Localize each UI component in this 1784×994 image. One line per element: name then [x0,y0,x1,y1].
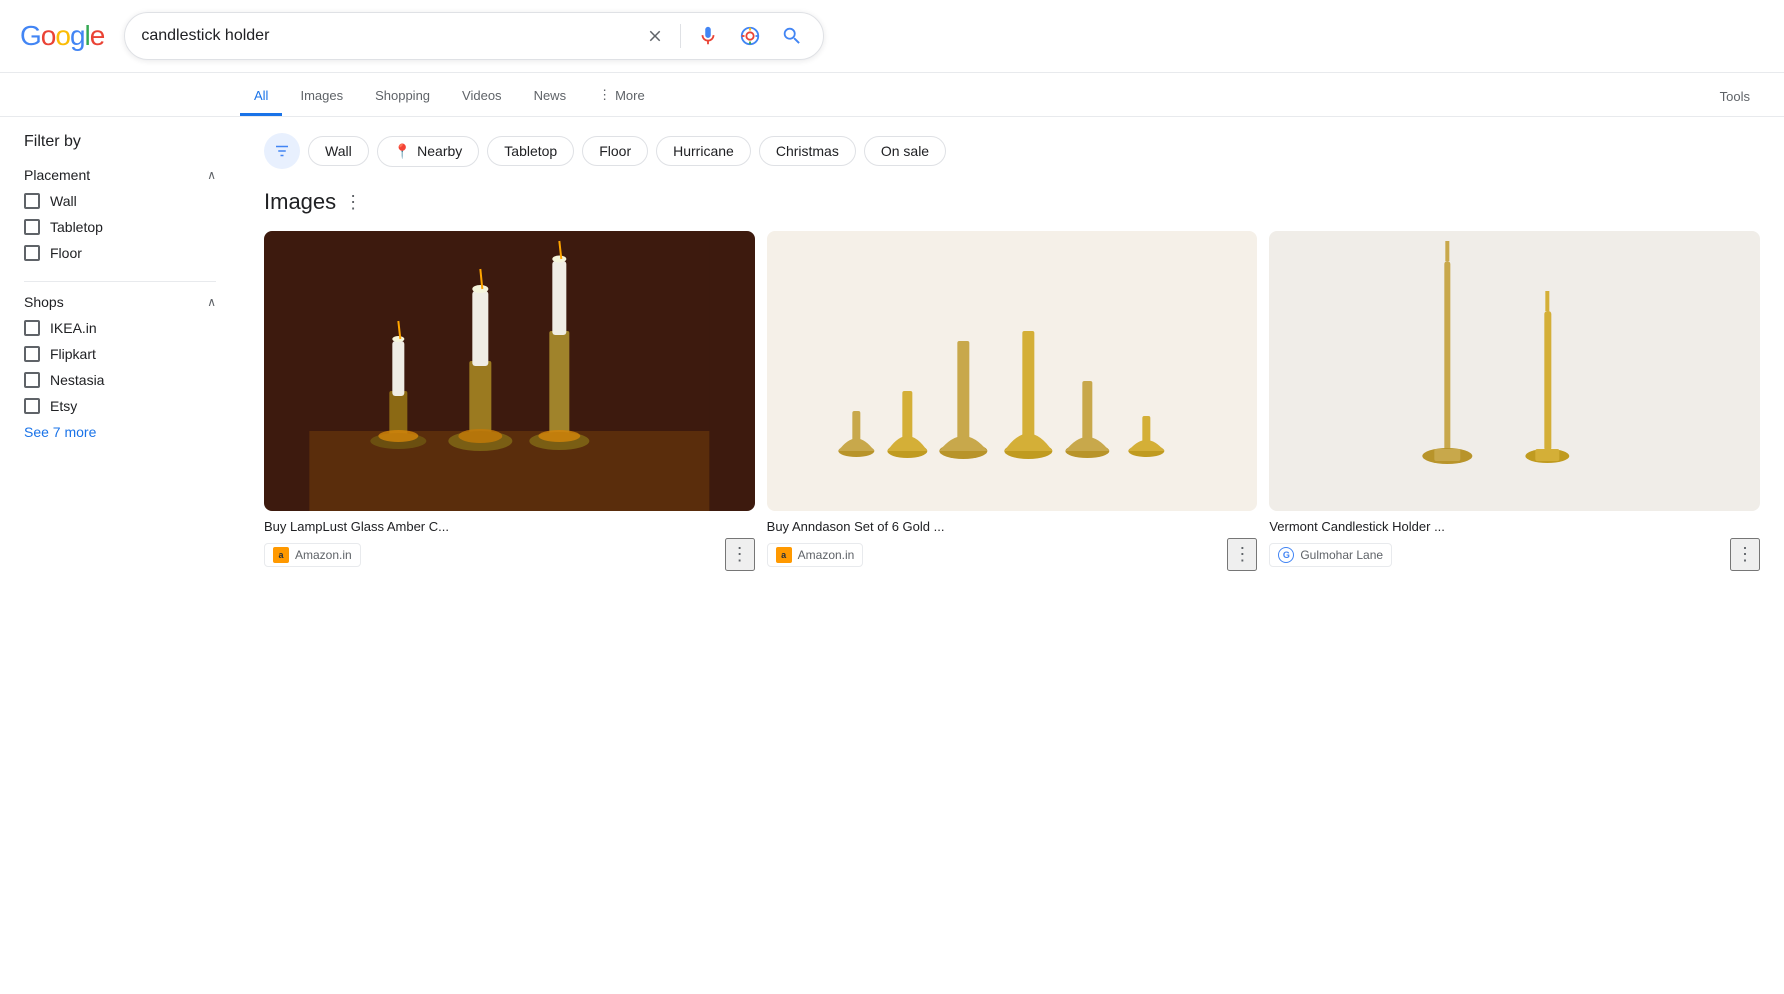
g-logo-icon: G [1278,547,1294,563]
google-logo[interactable]: Google [20,20,104,52]
chip-on-sale[interactable]: On sale [864,136,946,166]
search-button[interactable] [777,21,807,51]
image-card-1[interactable]: Buy LampLust Glass Amber C... a Amazon.i… [264,231,755,571]
shops-title: Shops [24,294,64,310]
lens-search-button[interactable] [735,21,765,51]
etsy-checkbox[interactable] [24,398,40,414]
chip-nearby[interactable]: 📍 Nearby [377,136,480,167]
card-1-more-button[interactable]: ⋮ [725,538,755,571]
filter-ikea[interactable]: IKEA.in [24,320,216,336]
shops-header[interactable]: Shops ∧ [24,294,216,310]
shops-chevron-icon: ∧ [207,295,216,309]
card-1-source-name: Amazon.in [295,548,352,562]
floor-checkbox[interactable] [24,245,40,261]
tab-videos[interactable]: Videos [448,78,516,116]
amazon-logo-2-icon: a [776,547,792,563]
card-1-source-info[interactable]: a Amazon.in [264,543,361,567]
card-3-source-name: Gulmohar Lane [1300,548,1383,562]
filter-chips-row: Wall 📍 Nearby Tabletop Floor Hurricane C… [264,133,1760,169]
filter-icon-button[interactable] [264,133,300,169]
clear-button[interactable] [642,23,668,49]
card-3-source-info[interactable]: G Gulmohar Lane [1269,543,1392,567]
shops-section: Shops ∧ IKEA.in Flipkart Nestasia Etsy S… [24,294,216,440]
flipkart-checkbox[interactable] [24,346,40,362]
search-icons [642,21,807,51]
flipkart-label: Flipkart [50,346,96,362]
images-section-title: Images [264,189,336,215]
nav-tabs: All Images Shopping Videos News ⋮ More T… [0,73,1784,117]
tabletop-checkbox[interactable] [24,219,40,235]
sidebar-divider [24,281,216,282]
image-card-2[interactable]: Buy Anndason Set of 6 Gold ... a Amazon.… [767,231,1258,571]
card-2-source: a Amazon.in ⋮ [767,538,1258,571]
chip-floor[interactable]: Floor [582,136,648,166]
tools-button[interactable]: Tools [1706,79,1764,114]
filter-flipkart[interactable]: Flipkart [24,346,216,362]
main-layout: Filter by Placement ∧ Wall Tabletop Floo… [0,117,1784,587]
images-more-icon[interactable]: ⋮ [344,192,362,213]
chip-christmas[interactable]: Christmas [759,136,856,166]
image-grid: Buy LampLust Glass Amber C... a Amazon.i… [264,231,1760,571]
card-2-title: Buy Anndason Set of 6 Gold ... [767,519,1258,534]
chip-hurricane[interactable]: Hurricane [656,136,751,166]
chip-wall[interactable]: Wall [308,136,369,166]
card-2-source-name: Amazon.in [798,548,855,562]
more-dots-icon: ⋮ [598,87,611,103]
ikea-label: IKEA.in [50,320,97,336]
filter-nestasia[interactable]: Nestasia [24,372,216,388]
search-input[interactable] [141,27,632,45]
card-2-source-info[interactable]: a Amazon.in [767,543,864,567]
card-3-source: G Gulmohar Lane ⋮ [1269,538,1760,571]
wall-checkbox[interactable] [24,193,40,209]
tab-all[interactable]: All [240,78,282,116]
ikea-checkbox[interactable] [24,320,40,336]
location-icon: 📍 [394,143,411,160]
tab-shopping[interactable]: Shopping [361,78,444,116]
search-divider [680,24,681,48]
card-1-source: a Amazon.in ⋮ [264,538,755,571]
amazon-logo-icon: a [273,547,289,563]
card-1-title: Buy LampLust Glass Amber C... [264,519,755,534]
placement-header[interactable]: Placement ∧ [24,167,216,183]
etsy-label: Etsy [50,398,77,414]
filter-by-label: Filter by [24,133,216,151]
filter-floor[interactable]: Floor [24,245,216,261]
voice-search-button[interactable] [693,21,723,51]
card-2-more-button[interactable]: ⋮ [1227,538,1257,571]
placement-section: Placement ∧ Wall Tabletop Floor [24,167,216,261]
card-3-more-button[interactable]: ⋮ [1730,538,1760,571]
floor-label: Floor [50,245,82,261]
tabletop-label: Tabletop [50,219,103,235]
chip-tabletop[interactable]: Tabletop [487,136,574,166]
tab-more[interactable]: ⋮ More [584,77,659,116]
tab-news[interactable]: News [520,78,581,116]
card-3-title: Vermont Candlestick Holder ... [1269,519,1760,534]
images-section-header: Images ⋮ [264,189,1760,215]
nestasia-checkbox[interactable] [24,372,40,388]
placement-chevron-icon: ∧ [207,168,216,182]
search-bar [124,12,824,60]
sidebar: Filter by Placement ∧ Wall Tabletop Floo… [0,133,240,587]
image-card-3[interactable]: Vermont Candlestick Holder ... G Gulmoha… [1269,231,1760,571]
filter-etsy[interactable]: Etsy [24,398,216,414]
filter-wall[interactable]: Wall [24,193,216,209]
placement-title: Placement [24,167,90,183]
wall-label: Wall [50,193,77,209]
content-area: Wall 📍 Nearby Tabletop Floor Hurricane C… [240,133,1784,587]
see-more-button[interactable]: See 7 more [24,424,216,440]
nestasia-label: Nestasia [50,372,104,388]
filter-tabletop[interactable]: Tabletop [24,219,216,235]
tab-images[interactable]: Images [286,78,357,116]
header: Google [0,0,1784,73]
